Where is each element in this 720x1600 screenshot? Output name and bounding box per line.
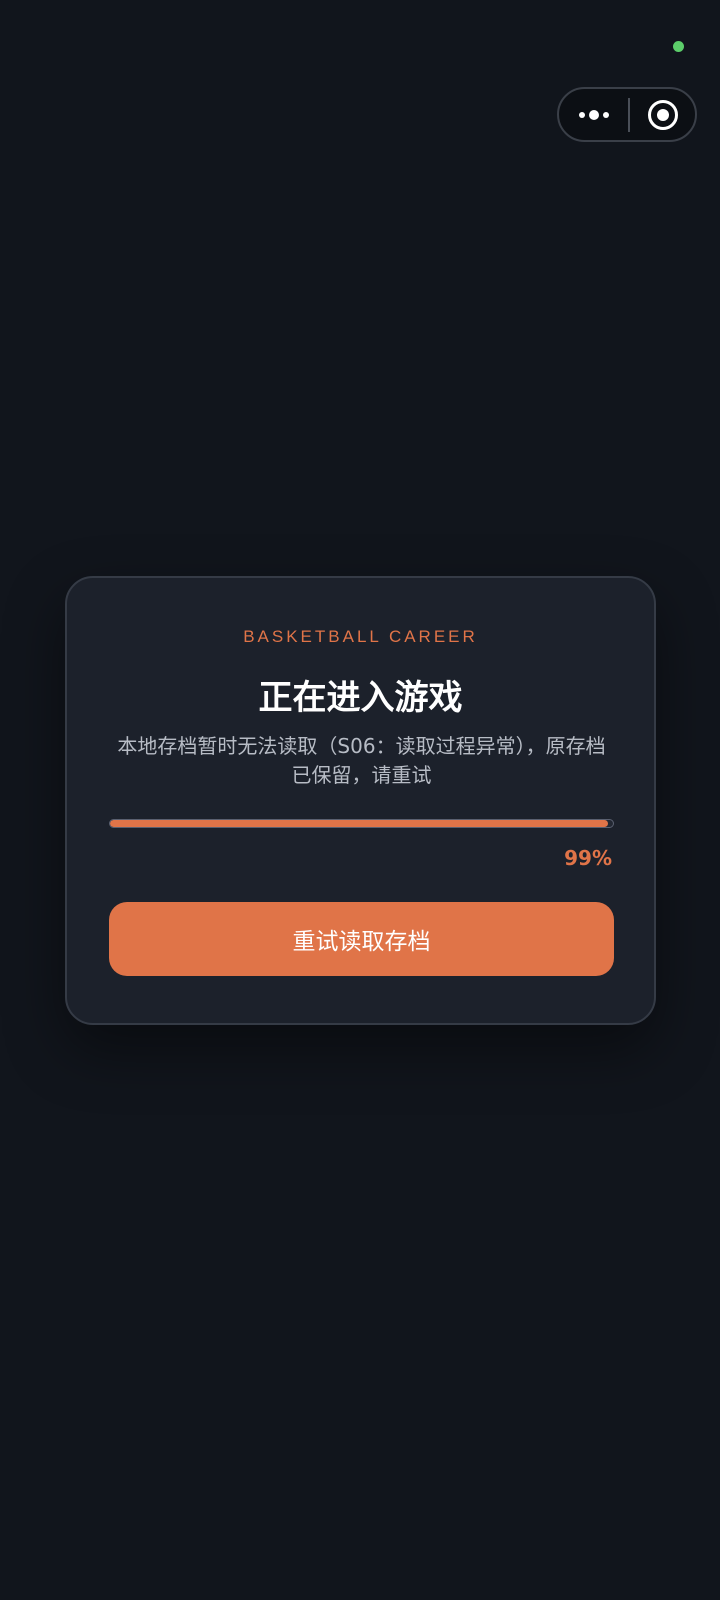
page-title: 正在进入游戏 xyxy=(258,678,463,718)
close-mini-program-button[interactable] xyxy=(630,89,695,140)
progress-percent: 99% xyxy=(564,846,612,870)
loading-screen: BASKETBALL CAREER 正在进入游戏 本地存档暂时无法读取（S06：… xyxy=(0,0,720,1600)
game-brand-label: BASKETBALL CAREER xyxy=(243,627,478,646)
error-message: 本地存档暂时无法读取（S06：读取过程异常），原存档已保留，请重试 xyxy=(117,734,606,787)
progress-bar-fill xyxy=(110,820,608,827)
status-indicator-dot xyxy=(673,41,684,52)
loading-progress-bar xyxy=(109,819,614,828)
mini-program-capsule xyxy=(557,87,697,142)
more-button[interactable] xyxy=(559,89,628,140)
target-circle-icon xyxy=(647,99,678,130)
retry-load-save-button[interactable]: 重试读取存档 xyxy=(109,902,614,976)
more-dots-icon xyxy=(578,111,585,118)
loading-card: BASKETBALL CAREER 正在进入游戏 本地存档暂时无法读取（S06：… xyxy=(65,576,656,1025)
